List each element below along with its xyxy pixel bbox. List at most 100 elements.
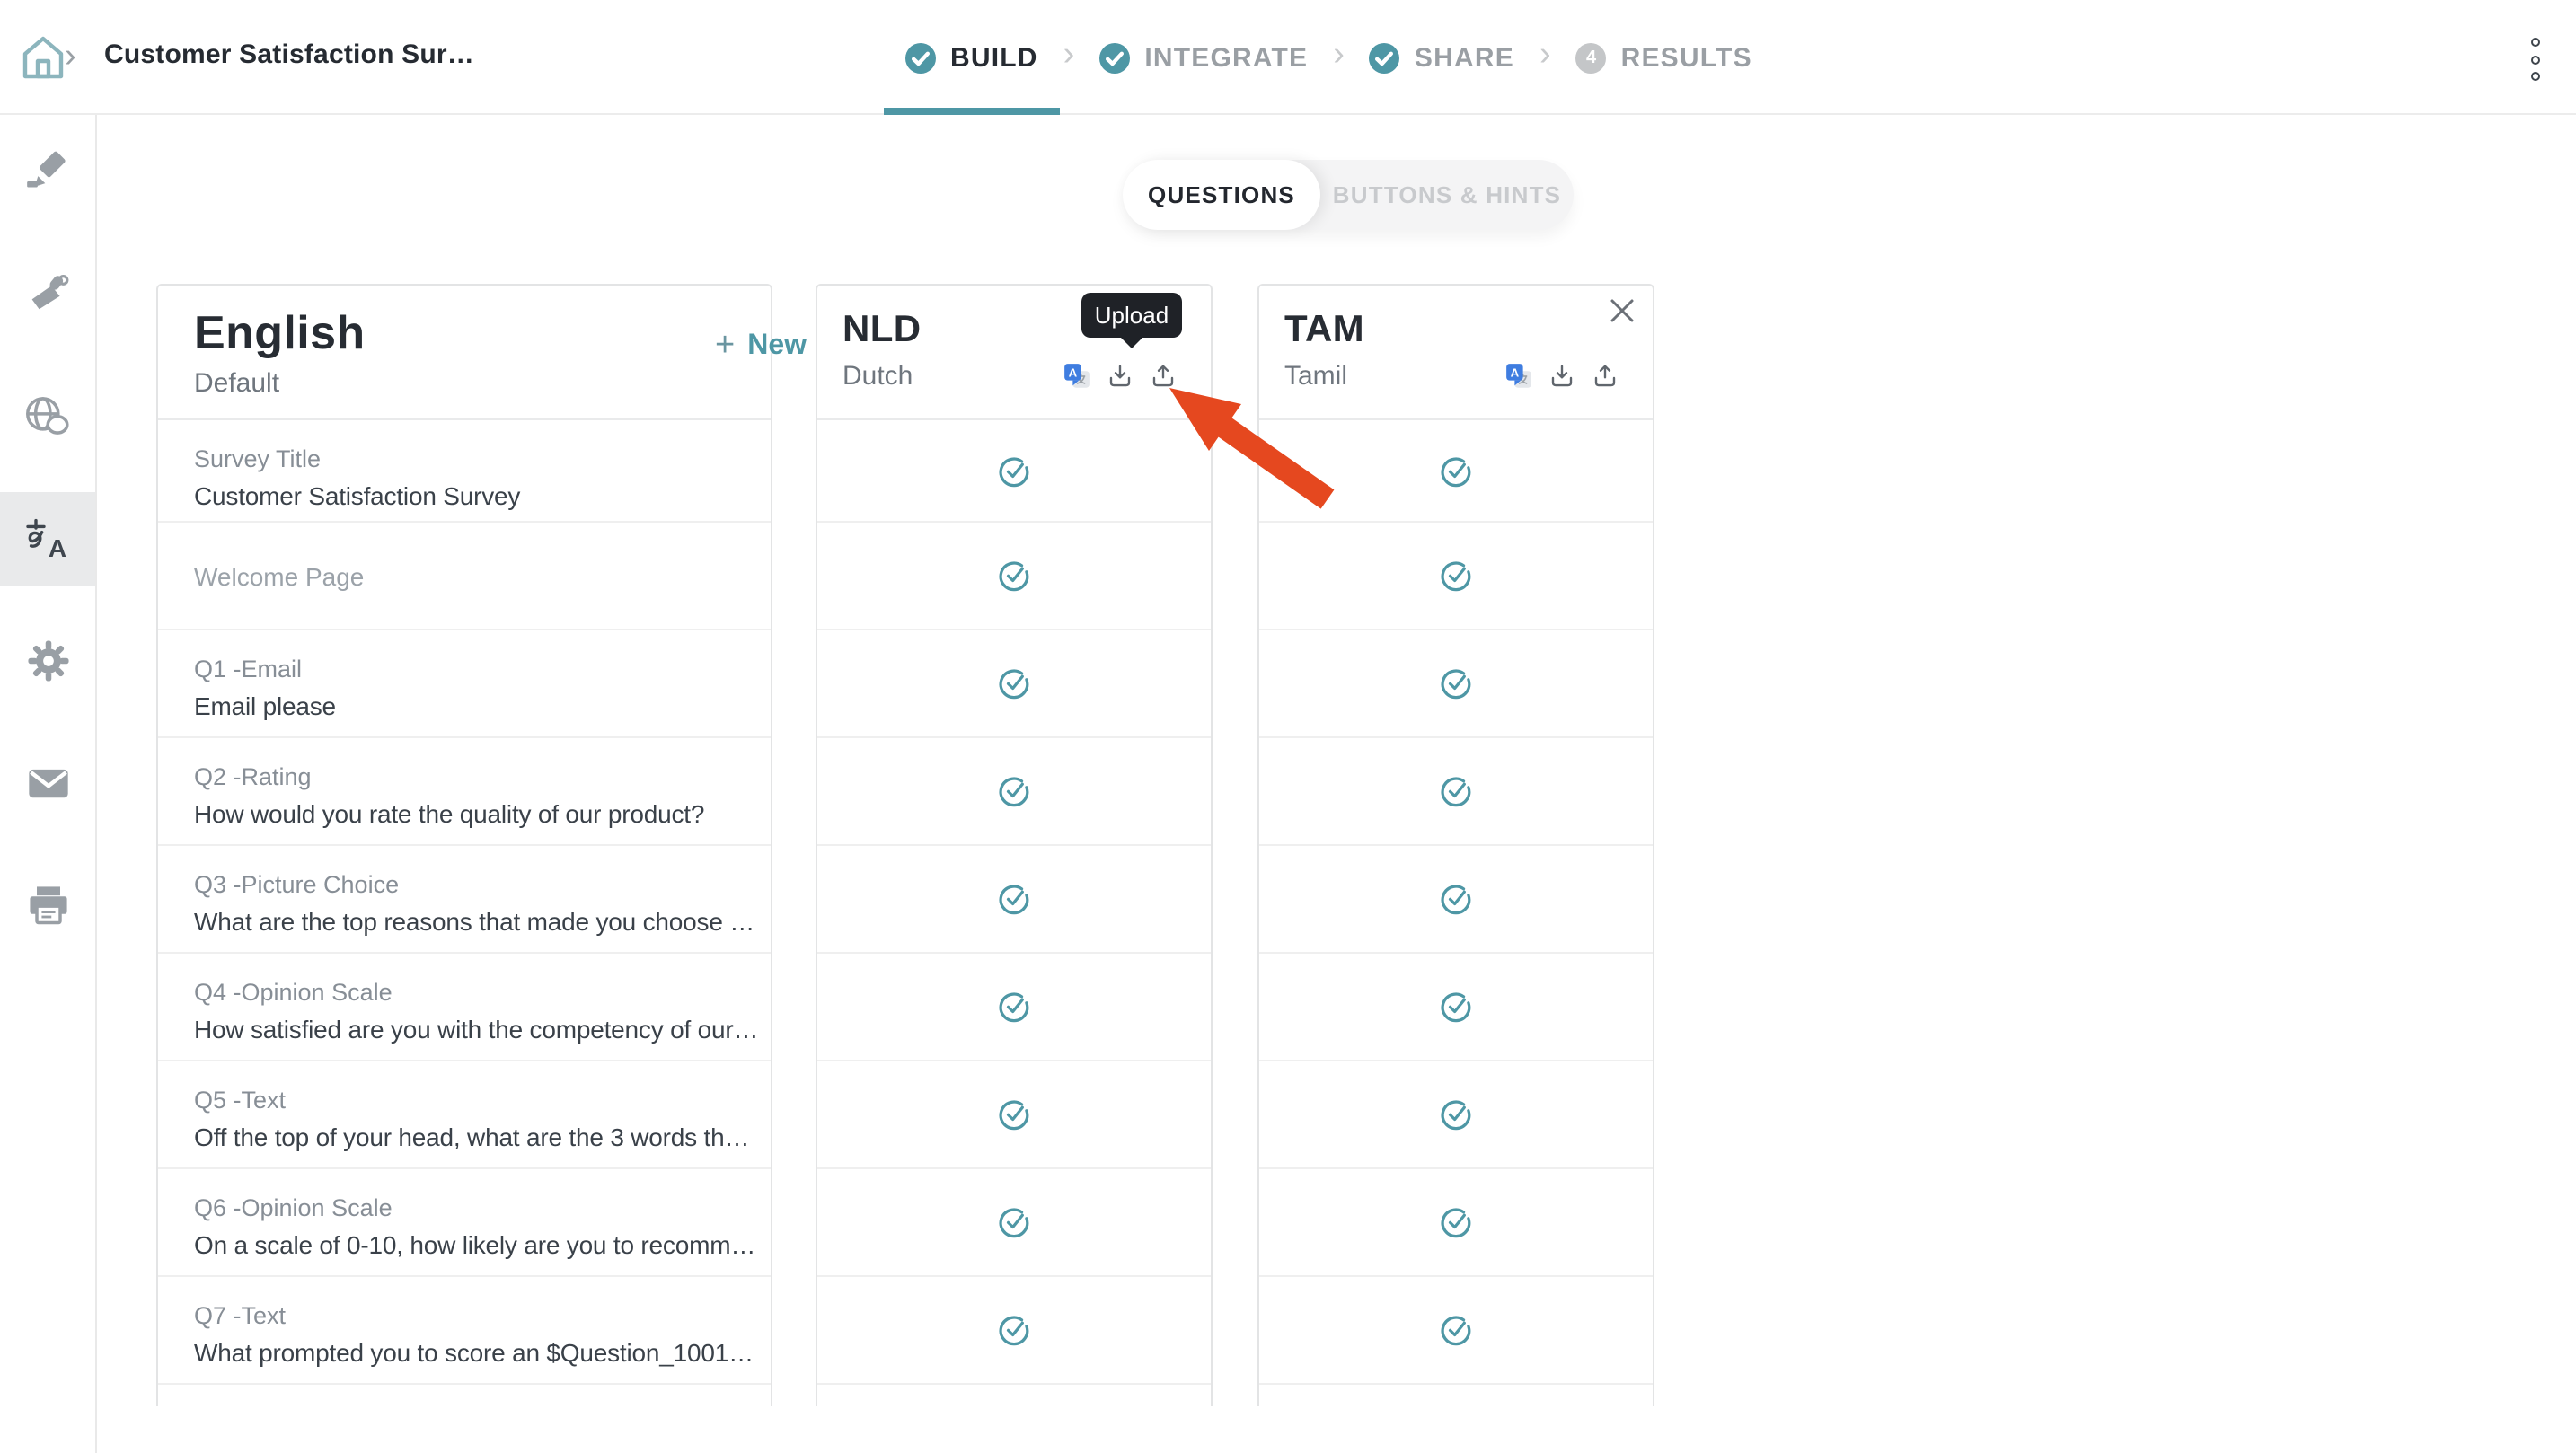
translated-row[interactable] xyxy=(817,846,1211,954)
tab-buttons-hints[interactable]: BUTTONS & HINTS xyxy=(1320,160,1574,230)
translated-check-icon xyxy=(1439,1205,1473,1239)
download-icon[interactable] xyxy=(1107,363,1134,390)
translated-check-icon xyxy=(997,882,1031,916)
gear-icon xyxy=(24,638,71,684)
breadcrumb-chevron-icon: › xyxy=(65,32,76,83)
question-text: What prompted you to score an $Question_… xyxy=(194,1336,760,1369)
step-share[interactable]: SHARE xyxy=(1348,0,1536,115)
svg-text:A: A xyxy=(1069,366,1078,380)
question-label: Q1 -Email xyxy=(194,656,760,684)
language-subtitle: Default xyxy=(194,368,745,399)
translated-row[interactable] xyxy=(817,630,1211,738)
translated-row[interactable] xyxy=(1259,1169,1653,1277)
sidebar-item-print[interactable] xyxy=(0,859,95,952)
svg-text:A: A xyxy=(1511,366,1520,380)
translated-row[interactable] xyxy=(1259,523,1653,630)
language-name: Dutch xyxy=(842,361,913,392)
table-row[interactable]: Welcome Page xyxy=(158,523,771,630)
question-label: Q4 -Opinion Scale xyxy=(194,979,760,1008)
translated-check-icon xyxy=(997,990,1031,1024)
svg-text:A: A xyxy=(49,534,66,562)
step-separator-icon: › xyxy=(1333,36,1345,79)
auto-translate-icon[interactable]: A xyxy=(1063,363,1090,390)
translated-row[interactable] xyxy=(1259,420,1653,523)
translate-icon: A xyxy=(23,515,72,562)
kebab-dot-icon xyxy=(2530,55,2539,64)
sidebar-item-design[interactable] xyxy=(0,248,95,341)
sidebar-item-translations[interactable]: A xyxy=(0,492,95,586)
translated-check-icon xyxy=(997,1097,1031,1132)
translated-row[interactable] xyxy=(817,1277,1211,1385)
table-row[interactable]: Q2 -RatingHow would you rate the quality… xyxy=(158,738,771,846)
table-row[interactable]: Q7 -Text What prompted you to score an $Q… xyxy=(158,1277,771,1385)
translation-page: › Customer Satisfaction Sur… BUILD › INT… xyxy=(0,0,2576,1453)
upload-icon[interactable] xyxy=(1150,363,1177,390)
step-nav: BUILD › INTEGRATE › SHARE › 4 xyxy=(884,0,1774,115)
download-icon[interactable] xyxy=(1548,363,1575,390)
question-label: Q2 -Rating xyxy=(194,763,760,792)
step-integrate[interactable]: INTEGRATE xyxy=(1078,0,1329,115)
home-button[interactable] xyxy=(18,32,68,83)
question-text: Email please xyxy=(194,690,760,722)
sidebar-item-settings[interactable] xyxy=(0,614,95,708)
topbar: › Customer Satisfaction Sur… BUILD › INT… xyxy=(0,0,2576,115)
table-row[interactable]: Q1 -Email Email please xyxy=(158,630,771,738)
breadcrumb: Customer Satisfaction Sur… xyxy=(104,40,474,70)
translated-check-icon xyxy=(997,1205,1031,1239)
table-row[interactable]: Survey TitleCustomer Satisfaction Survey xyxy=(158,420,771,523)
table-row[interactable]: Q6 -Opinion ScaleOn a scale of 0-10, how… xyxy=(158,1169,771,1277)
table-row[interactable]: Q5 -TextOff the top of your head, what a… xyxy=(158,1061,771,1169)
kebab-dot-icon xyxy=(2530,38,2539,47)
language-card-english: English Default Survey TitleCustomer Sat… xyxy=(156,284,772,1406)
upload-icon[interactable] xyxy=(1592,363,1619,390)
translated-row[interactable] xyxy=(1259,738,1653,846)
translated-row[interactable] xyxy=(1259,1277,1653,1385)
table-row[interactable]: Q4 -Opinion ScaleHow satisfied are you w… xyxy=(158,954,771,1061)
translated-check-icon xyxy=(1439,1097,1473,1132)
translated-row[interactable] xyxy=(817,420,1211,523)
step-build[interactable]: BUILD xyxy=(884,0,1060,115)
check-circle-icon xyxy=(1370,42,1400,73)
translated-check-icon xyxy=(1439,666,1473,700)
step-separator-icon: › xyxy=(1539,36,1551,79)
question-label: Q3 -Picture Choice xyxy=(194,871,760,900)
printer-icon xyxy=(24,882,71,929)
tab-bar: QUESTIONS BUTTONS & HINTS xyxy=(1123,160,1574,230)
sidebar-item-email[interactable] xyxy=(0,736,95,830)
translated-check-icon xyxy=(1439,1313,1473,1347)
translated-row[interactable] xyxy=(817,1169,1211,1277)
translated-row[interactable] xyxy=(817,523,1211,630)
sidebar-item-build[interactable] xyxy=(0,126,95,219)
translated-check-icon xyxy=(1439,454,1473,488)
step-results[interactable]: 4 RESULTS xyxy=(1555,0,1774,115)
translated-row[interactable] xyxy=(1259,846,1653,954)
translated-row[interactable] xyxy=(817,954,1211,1061)
language-title: English xyxy=(194,307,745,359)
translated-row[interactable] xyxy=(1259,954,1653,1061)
english-rows: Survey TitleCustomer Satisfaction Survey… xyxy=(158,420,771,1385)
translated-row[interactable] xyxy=(1259,1061,1653,1169)
question-label: Q7 -Text xyxy=(194,1302,760,1331)
tab-questions[interactable]: QUESTIONS xyxy=(1123,160,1320,230)
table-row[interactable]: Q3 -Picture ChoiceWhat are the top reaso… xyxy=(158,846,771,954)
upload-tooltip: Upload xyxy=(1081,293,1182,338)
tam-rows xyxy=(1259,420,1653,1385)
home-icon xyxy=(18,59,68,90)
check-circle-icon xyxy=(1099,42,1130,73)
nld-rows xyxy=(817,420,1211,1385)
tam-header-actions: A xyxy=(1505,363,1619,390)
language-name: Tamil xyxy=(1284,361,1347,392)
translated-check-icon xyxy=(997,774,1031,808)
more-menu-button[interactable] xyxy=(2522,38,2547,81)
language-card-tam: TAM Tamil A xyxy=(1257,284,1654,1406)
step-number-icon: 4 xyxy=(1576,42,1607,73)
plus-icon: + xyxy=(715,332,735,361)
nld-header-actions: A xyxy=(1063,363,1177,390)
translated-row[interactable] xyxy=(817,1061,1211,1169)
close-icon[interactable] xyxy=(1610,298,1635,323)
translated-check-icon xyxy=(997,666,1031,700)
translated-row[interactable] xyxy=(817,738,1211,846)
sidebar-item-globe[interactable] xyxy=(0,370,95,463)
translated-row[interactable] xyxy=(1259,630,1653,738)
auto-translate-icon[interactable]: A xyxy=(1505,363,1532,390)
